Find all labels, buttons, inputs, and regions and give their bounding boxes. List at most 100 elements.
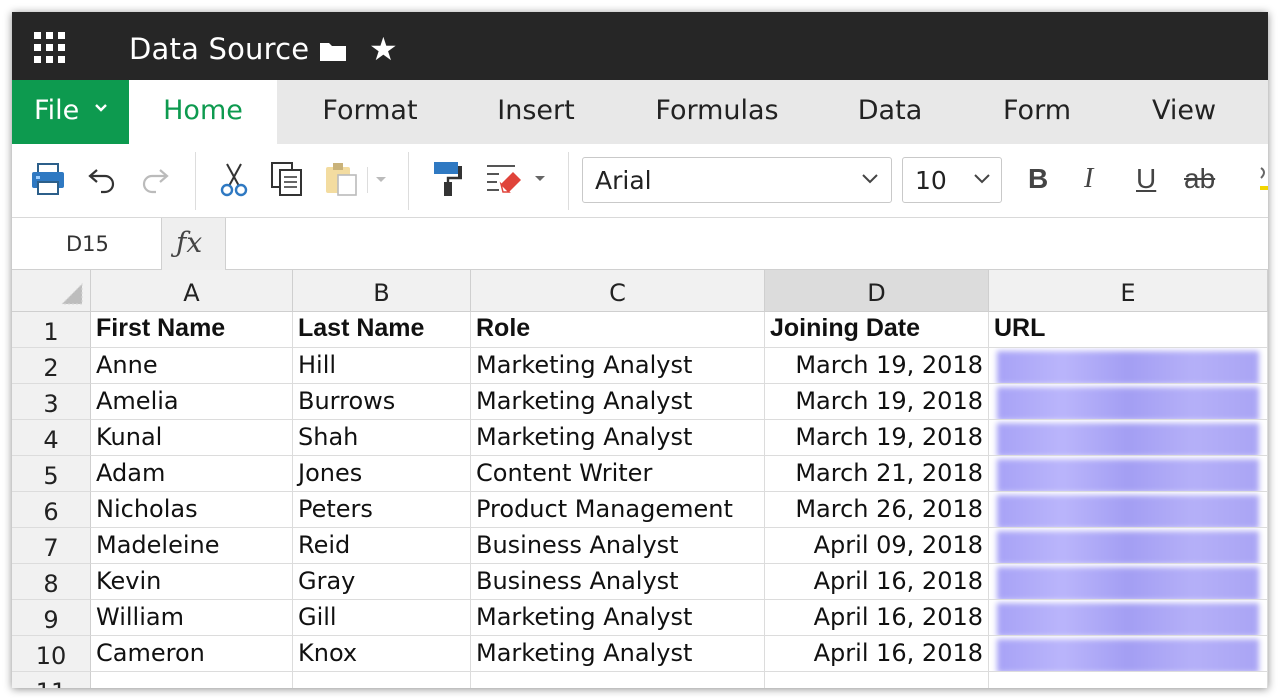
tab-home[interactable]: Home	[129, 80, 277, 144]
row-header-2[interactable]: 2	[12, 348, 91, 384]
table-cell[interactable]: Hill	[293, 348, 471, 384]
table-cell[interactable]: Reid	[293, 528, 471, 564]
header-cell[interactable]: First Name	[91, 312, 293, 348]
table-cell[interactable]: Shah	[293, 420, 471, 456]
row-header-4[interactable]: 4	[12, 420, 91, 456]
column-header-a[interactable]: A	[91, 270, 293, 312]
table-cell[interactable]: March 19, 2018	[765, 384, 989, 420]
row-header-3[interactable]: 3	[12, 384, 91, 420]
table-cell[interactable]: Marketing Analyst	[471, 420, 765, 456]
tab-data[interactable]: Data	[825, 80, 955, 144]
undo-icon[interactable]	[87, 164, 117, 199]
tab-view[interactable]: View	[1119, 80, 1249, 144]
table-cell[interactable]: April 09, 2018	[765, 528, 989, 564]
table-cell[interactable]	[989, 456, 1268, 492]
table-cell[interactable]: April 16, 2018	[765, 636, 989, 672]
column-header-b[interactable]: B	[293, 270, 471, 312]
copy-icon[interactable]	[269, 161, 305, 202]
apps-grid-icon[interactable]	[34, 32, 68, 66]
document-title[interactable]: Data Source	[129, 32, 309, 66]
italic-button[interactable]: I	[1084, 162, 1093, 196]
table-cell[interactable]: March 26, 2018	[765, 492, 989, 528]
table-cell[interactable]	[989, 384, 1268, 420]
table-cell[interactable]	[471, 672, 765, 688]
cell-reference-box[interactable]: D15	[12, 218, 162, 270]
redo-icon[interactable]	[140, 164, 170, 199]
table-cell[interactable]: Business Analyst	[471, 564, 765, 600]
table-cell[interactable]: April 16, 2018	[765, 564, 989, 600]
header-cell[interactable]: URL	[989, 312, 1268, 348]
table-cell[interactable]: Kevin	[91, 564, 293, 600]
font-family-select[interactable]: Arial	[582, 157, 892, 203]
table-cell[interactable]: Marketing Analyst	[471, 636, 765, 672]
table-cell[interactable]: Product Management	[471, 492, 765, 528]
table-cell[interactable]: Business Analyst	[471, 528, 765, 564]
table-cell[interactable]: Amelia	[91, 384, 293, 420]
table-cell[interactable]: Peters	[293, 492, 471, 528]
header-cell[interactable]: Joining Date	[765, 312, 989, 348]
table-cell[interactable]: Jones	[293, 456, 471, 492]
table-cell[interactable]	[989, 492, 1268, 528]
table-cell[interactable]: Knox	[293, 636, 471, 672]
folder-icon[interactable]	[319, 40, 347, 62]
table-cell[interactable]: Cameron	[91, 636, 293, 672]
table-cell[interactable]	[989, 528, 1268, 564]
paint-format-icon[interactable]	[432, 160, 464, 203]
tab-format[interactable]: Format	[277, 80, 463, 144]
table-cell[interactable]	[989, 600, 1268, 636]
table-cell[interactable]: Kunal	[91, 420, 293, 456]
row-header-6[interactable]: 6	[12, 492, 91, 528]
table-cell[interactable]: April 16, 2018	[765, 600, 989, 636]
column-header-d[interactable]: D	[765, 270, 989, 312]
bold-button[interactable]: B	[1028, 162, 1048, 196]
table-cell[interactable]	[989, 348, 1268, 384]
table-cell[interactable]: March 19, 2018	[765, 420, 989, 456]
row-header-10[interactable]: 10	[12, 636, 91, 672]
star-icon[interactable]: ★	[369, 32, 398, 66]
row-header-1[interactable]: 1	[12, 312, 91, 348]
row-header-7[interactable]: 7	[12, 528, 91, 564]
table-cell[interactable]: Gray	[293, 564, 471, 600]
table-cell[interactable]: Marketing Analyst	[471, 600, 765, 636]
row-header-9[interactable]: 9	[12, 600, 91, 636]
file-menu-button[interactable]: File	[12, 80, 129, 144]
tab-insert[interactable]: Insert	[463, 80, 609, 144]
table-cell[interactable]	[989, 636, 1268, 672]
table-cell[interactable]: Marketing Analyst	[471, 384, 765, 420]
table-cell[interactable]: March 21, 2018	[765, 456, 989, 492]
font-size-select[interactable]: 10	[902, 157, 1002, 203]
row-header-11[interactable]: 11	[12, 672, 91, 688]
table-cell[interactable]: Nicholas	[91, 492, 293, 528]
underline-button[interactable]: U	[1136, 162, 1156, 196]
table-cell[interactable]	[765, 672, 989, 688]
print-icon[interactable]	[30, 162, 66, 201]
table-cell[interactable]	[293, 672, 471, 688]
clear-format-icon[interactable]	[485, 162, 547, 201]
formula-input[interactable]	[226, 218, 1268, 270]
function-icon[interactable]: ƒx	[162, 218, 226, 270]
table-cell[interactable]: Adam	[91, 456, 293, 492]
tab-form[interactable]: Form	[955, 80, 1119, 144]
table-cell[interactable]: Burrows	[293, 384, 471, 420]
strikethrough-button[interactable]: ab	[1184, 162, 1215, 196]
table-cell[interactable]: Content Writer	[471, 456, 765, 492]
tab-formulas[interactable]: Formulas	[609, 80, 825, 144]
table-cell[interactable]: Madeleine	[91, 528, 293, 564]
row-header-8[interactable]: 8	[12, 564, 91, 600]
table-cell[interactable]: Marketing Analyst	[471, 348, 765, 384]
cut-icon[interactable]	[219, 162, 249, 203]
header-cell[interactable]: Role	[471, 312, 765, 348]
more-tools-icon[interactable]	[1258, 164, 1268, 194]
table-cell[interactable]	[989, 420, 1268, 456]
table-cell[interactable]: William	[91, 600, 293, 636]
row-header-5[interactable]: 5	[12, 456, 91, 492]
header-cell[interactable]: Last Name	[293, 312, 471, 348]
paste-icon[interactable]	[324, 161, 390, 202]
table-cell[interactable]: Gill	[293, 600, 471, 636]
table-cell[interactable]	[989, 672, 1268, 688]
table-cell[interactable]	[91, 672, 293, 688]
column-header-e[interactable]: E	[989, 270, 1268, 312]
select-all-corner[interactable]	[12, 270, 91, 312]
table-cell[interactable]: Anne	[91, 348, 293, 384]
table-cell[interactable]	[989, 564, 1268, 600]
